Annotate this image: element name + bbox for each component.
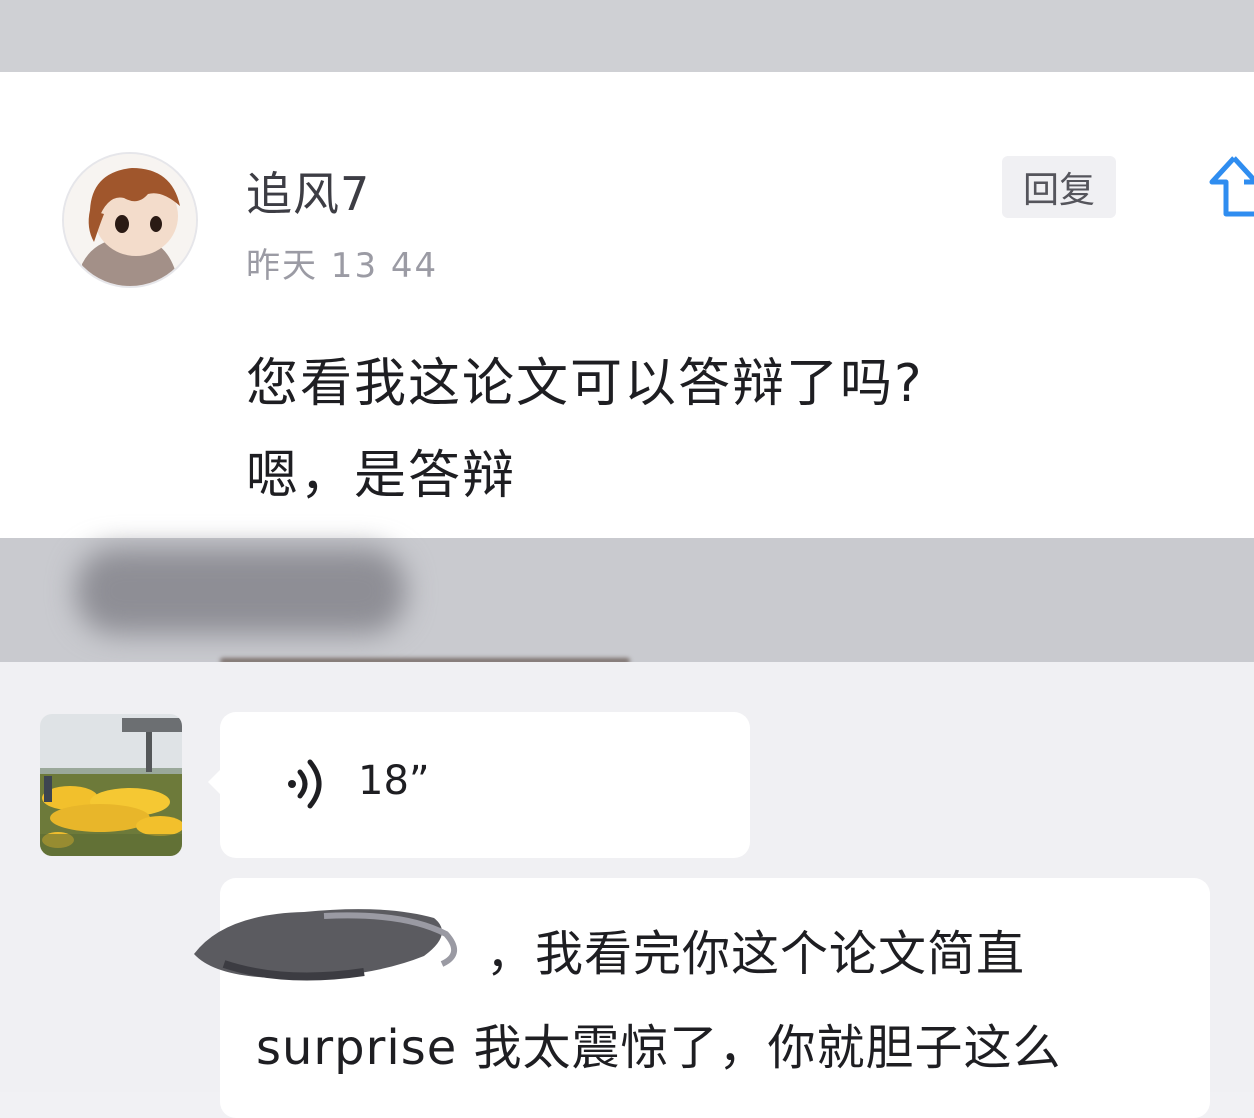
chat-avatar[interactable] [40, 714, 182, 856]
share-up-arrow-icon[interactable] [1204, 152, 1254, 222]
voice-wave-icon [286, 758, 330, 810]
comment-card: 追风7 昨天 13 44 回复 您看我这论文可以答辩了吗? 嗯，是答辩 [0, 72, 1254, 538]
blurred-region [76, 548, 406, 634]
message-line-2: surprise 我太震惊了，你就胆子这么 [256, 1020, 1062, 1076]
chat-area: 18” ，我看完你这个论文简直 surprise 我太震惊了，你就胆子这么 [0, 662, 1254, 1118]
top-gray-band [0, 0, 1254, 72]
message-line-1: ，我看完你这个论文简直 [486, 926, 1026, 982]
username[interactable]: 追风7 [246, 158, 370, 224]
redacted-scribble [194, 909, 457, 981]
avatar-landscape-image [40, 714, 182, 856]
comment-line-2: 嗯，是答辩 [246, 446, 517, 506]
comment-timestamp: 昨天 13 44 [246, 246, 439, 286]
avatar-illustration [64, 154, 196, 286]
reply-button[interactable]: 回复 [1002, 156, 1116, 218]
voice-duration: 18” [358, 758, 430, 804]
comment-text: 您看我这论文可以答辩了吗? 嗯，是答辩 [246, 338, 924, 522]
comment-line-1: 您看我这论文可以答辩了吗? [246, 354, 924, 414]
blurred-divider-band [0, 538, 1254, 662]
voice-message-bubble[interactable]: 18” [208, 712, 750, 858]
text-message-bubble[interactable]: ，我看完你这个论文简直 surprise 我太震惊了，你就胆子这么 [194, 878, 1210, 1118]
user-avatar[interactable] [62, 152, 198, 288]
